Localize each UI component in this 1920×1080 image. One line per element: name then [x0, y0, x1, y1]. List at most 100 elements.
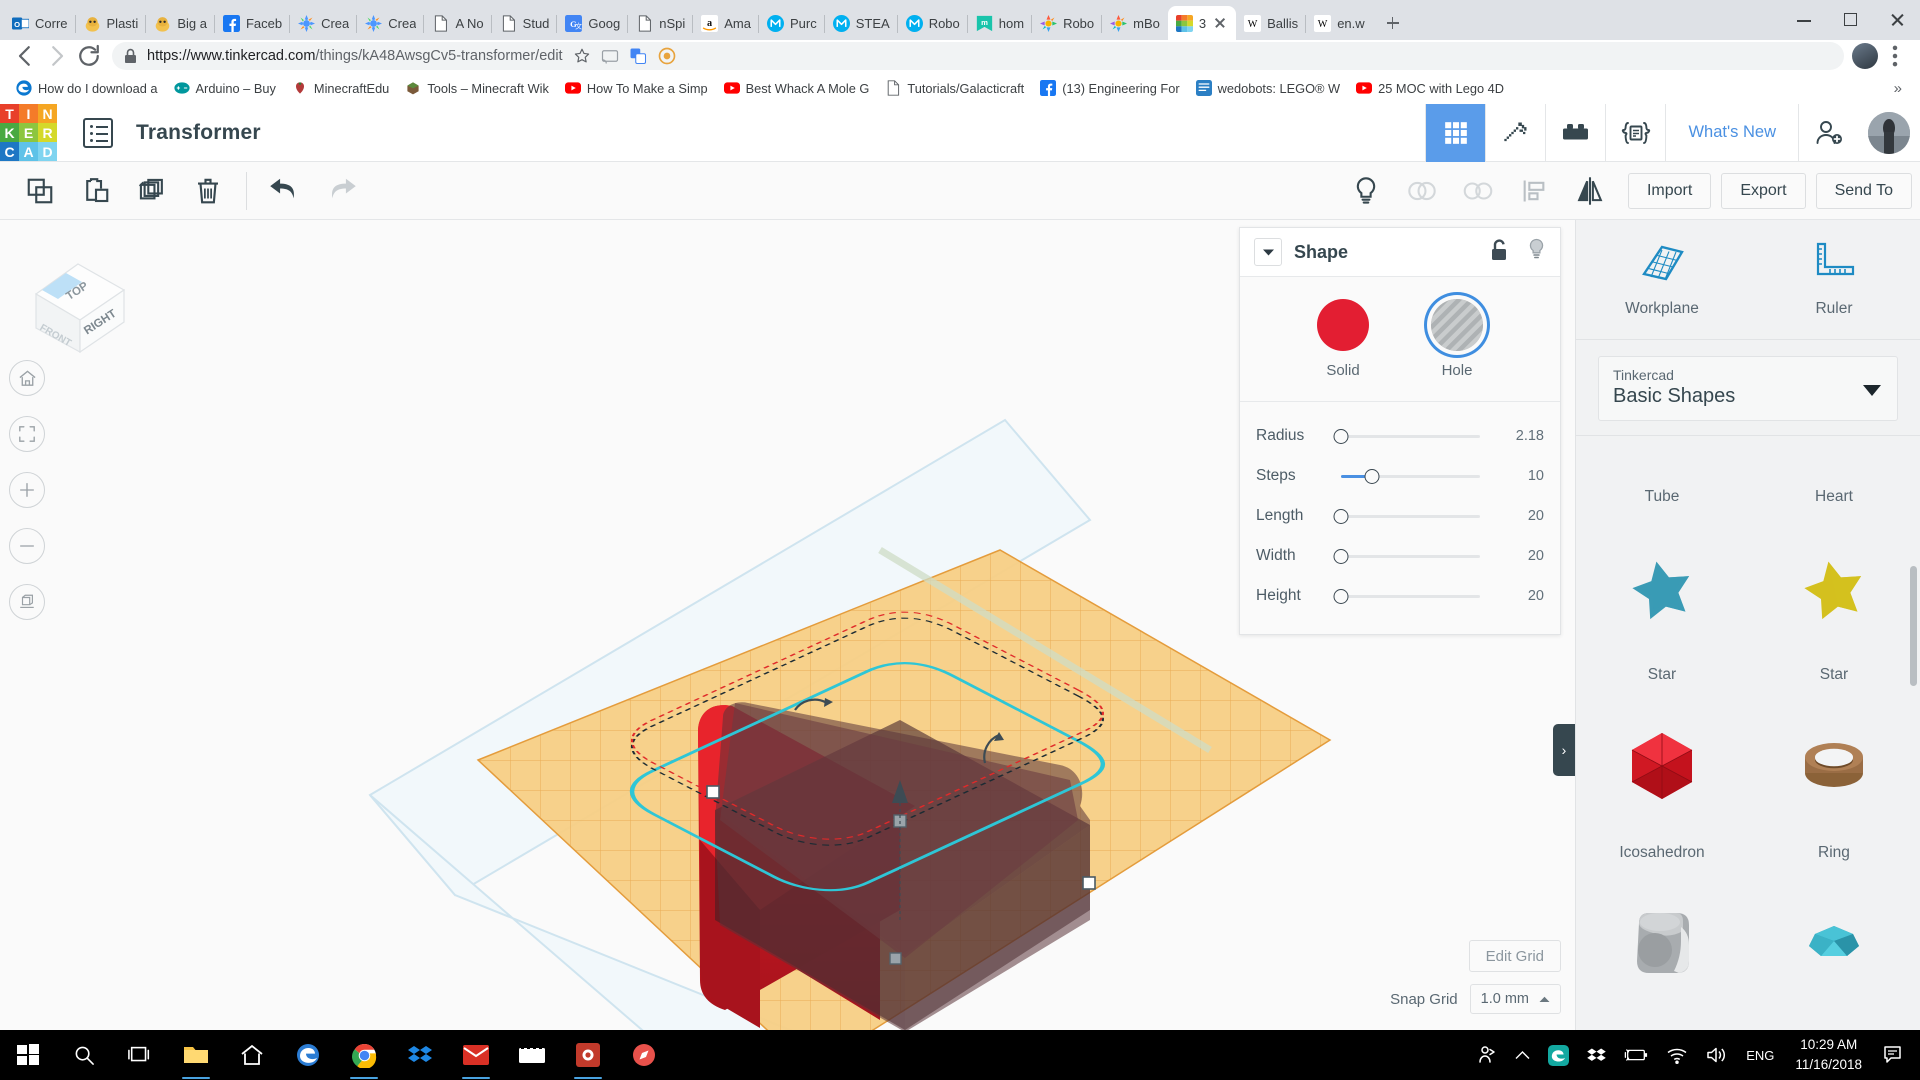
browser-tab[interactable]: A No: [424, 6, 492, 40]
parameter-value[interactable]: 20: [1488, 588, 1544, 604]
browser-tab[interactable]: Crea: [290, 6, 358, 40]
redo-icon[interactable]: [313, 163, 369, 219]
add-user-icon[interactable]: [1798, 103, 1858, 162]
chrome-menu-button[interactable]: [1880, 41, 1910, 71]
fit-icon[interactable]: [9, 416, 45, 452]
bookmark-item[interactable]: wedobots: LEGO® W: [1190, 77, 1347, 99]
browser-tab[interactable]: Robo: [898, 6, 968, 40]
unlock-icon[interactable]: [1490, 238, 1509, 266]
bookmark-item[interactable]: How do I download a: [10, 77, 164, 99]
browser-tab-active[interactable]: 3: [1167, 6, 1237, 40]
lightbulb-icon[interactable]: [1527, 238, 1546, 266]
parameter-value[interactable]: 20: [1488, 508, 1544, 524]
cast-icon[interactable]: [601, 47, 619, 65]
address-bar[interactable]: https://www.tinkercad.com/things/kA48Aws…: [112, 42, 1844, 70]
blocks-brick-icon[interactable]: [1545, 103, 1605, 162]
edit-grid-button[interactable]: Edit Grid: [1468, 940, 1561, 972]
shape-library-item[interactable]: Heart: [1748, 436, 1920, 518]
whats-new-link[interactable]: What's New: [1665, 103, 1798, 162]
dropbox-icon[interactable]: [392, 1030, 448, 1080]
file-explorer-icon[interactable]: [168, 1030, 224, 1080]
edge-tray-icon[interactable]: [1539, 1030, 1578, 1080]
parameter-slider[interactable]: [1341, 468, 1480, 484]
parameter-slider[interactable]: [1333, 588, 1480, 604]
bookmark-item[interactable]: 25 MOC with Lego 4D: [1350, 77, 1510, 99]
browser-tab[interactable]: Crea: [357, 6, 425, 40]
volume-icon[interactable]: [1697, 1030, 1737, 1080]
bookmark-item[interactable]: Arduino – Buy: [168, 77, 282, 99]
shape-library-item[interactable]: Icosahedron: [1576, 696, 1748, 874]
start-icon[interactable]: [0, 1030, 56, 1080]
delete-icon[interactable]: [180, 163, 236, 219]
import-button[interactable]: Import: [1627, 172, 1712, 209]
slider-knob[interactable]: [1333, 588, 1349, 604]
chrome-profile-avatar[interactable]: [1852, 43, 1878, 69]
browser-tab[interactable]: mBo: [1102, 6, 1168, 40]
parameter-slider[interactable]: [1333, 428, 1480, 444]
task-view-icon[interactable]: [112, 1030, 168, 1080]
bookmark-star-icon[interactable]: [573, 47, 591, 65]
slider-knob[interactable]: [1333, 428, 1349, 444]
browser-tab[interactable]: Purc: [759, 6, 825, 40]
export-button[interactable]: Export: [1721, 172, 1806, 209]
chrome-icon[interactable]: [336, 1030, 392, 1080]
shape-library-item[interactable]: Star: [1748, 518, 1920, 696]
chevron-up-icon[interactable]: [1506, 1030, 1539, 1080]
bookmark-item[interactable]: (13) Engineering For: [1034, 77, 1185, 99]
bookmark-item[interactable]: Tools – Minecraft Wik: [399, 77, 555, 99]
lightbulb-icon[interactable]: [1338, 163, 1394, 219]
translate-icon[interactable]: [629, 47, 647, 65]
duplicate-icon[interactable]: [124, 163, 180, 219]
wifi-icon[interactable]: [1657, 1030, 1697, 1080]
copy-icon[interactable]: [12, 163, 68, 219]
language-indicator[interactable]: ENG: [1737, 1030, 1783, 1080]
user-avatar[interactable]: [1868, 111, 1910, 154]
shape-library-grid[interactable]: Tube Heart Star Star Icosahedron Ring DiceDiam…: [1576, 435, 1920, 1017]
record-icon[interactable]: [560, 1030, 616, 1080]
slider-knob[interactable]: [1333, 508, 1349, 524]
minimize-button[interactable]: [1782, 0, 1828, 40]
view-cube[interactable]: TOP FRONT RIGHT: [22, 250, 134, 360]
ungroup-icon[interactable]: [1450, 163, 1506, 219]
panel-collapse-handle[interactable]: ›: [1553, 724, 1575, 776]
shape-library-item[interactable]: Dice: [1576, 874, 1748, 1017]
forward-button[interactable]: [42, 41, 72, 71]
profile-color-icon[interactable]: [657, 46, 677, 66]
sidebar-scrollbar[interactable]: [1910, 566, 1917, 686]
shape-mode-hole[interactable]: Hole: [1431, 299, 1483, 379]
design-name[interactable]: Transformer: [136, 121, 261, 145]
ruler-tool[interactable]: Ruler: [1748, 220, 1920, 339]
reload-button[interactable]: [74, 41, 104, 71]
mail-icon[interactable]: [448, 1030, 504, 1080]
edge-icon[interactable]: [280, 1030, 336, 1080]
slider-knob[interactable]: [1364, 468, 1380, 484]
minecraft-pickaxe-icon[interactable]: [1485, 103, 1545, 162]
browser-tab[interactable]: nSpi: [628, 6, 694, 40]
browser-tab[interactable]: G 文 Goog: [557, 6, 629, 40]
parameter-value[interactable]: 10: [1488, 468, 1544, 484]
bookmark-item[interactable]: Best Whack A Mole G: [718, 77, 876, 99]
align-icon[interactable]: [1506, 163, 1562, 219]
shape-library-item[interactable]: Tube: [1576, 436, 1748, 518]
codeblocks-icon[interactable]: [1605, 103, 1665, 162]
notification-icon[interactable]: [1874, 1030, 1914, 1080]
dropbox-tray-icon[interactable]: [1578, 1030, 1615, 1080]
parameter-value[interactable]: 2.18: [1488, 428, 1544, 444]
browser-tab[interactable]: Robo: [1032, 6, 1103, 40]
tinkercad-logo[interactable]: TINKERCAD: [0, 104, 57, 161]
compass-icon[interactable]: [616, 1030, 672, 1080]
parameter-value[interactable]: 20: [1488, 548, 1544, 564]
bookmark-item[interactable]: Tutorials/Galacticraft: [879, 77, 1030, 99]
search-icon[interactable]: [56, 1030, 112, 1080]
battery-icon[interactable]: [1615, 1030, 1657, 1080]
shape-library-select[interactable]: Tinkercad Basic Shapes: [1598, 356, 1898, 421]
bookmark-item[interactable]: How To Make a Simp: [559, 77, 714, 99]
3d-canvas[interactable]: TOP FRONT RIGHT Shape Solid Hole Radius …: [0, 220, 1575, 1030]
group-icon[interactable]: [1394, 163, 1450, 219]
chevron-down-icon[interactable]: [1254, 238, 1282, 266]
ortho-icon[interactable]: [9, 584, 45, 620]
browser-tab[interactable]: O Corre: [4, 6, 76, 40]
undo-icon[interactable]: [257, 163, 313, 219]
close-icon[interactable]: [1212, 15, 1228, 31]
back-button[interactable]: [10, 41, 40, 71]
